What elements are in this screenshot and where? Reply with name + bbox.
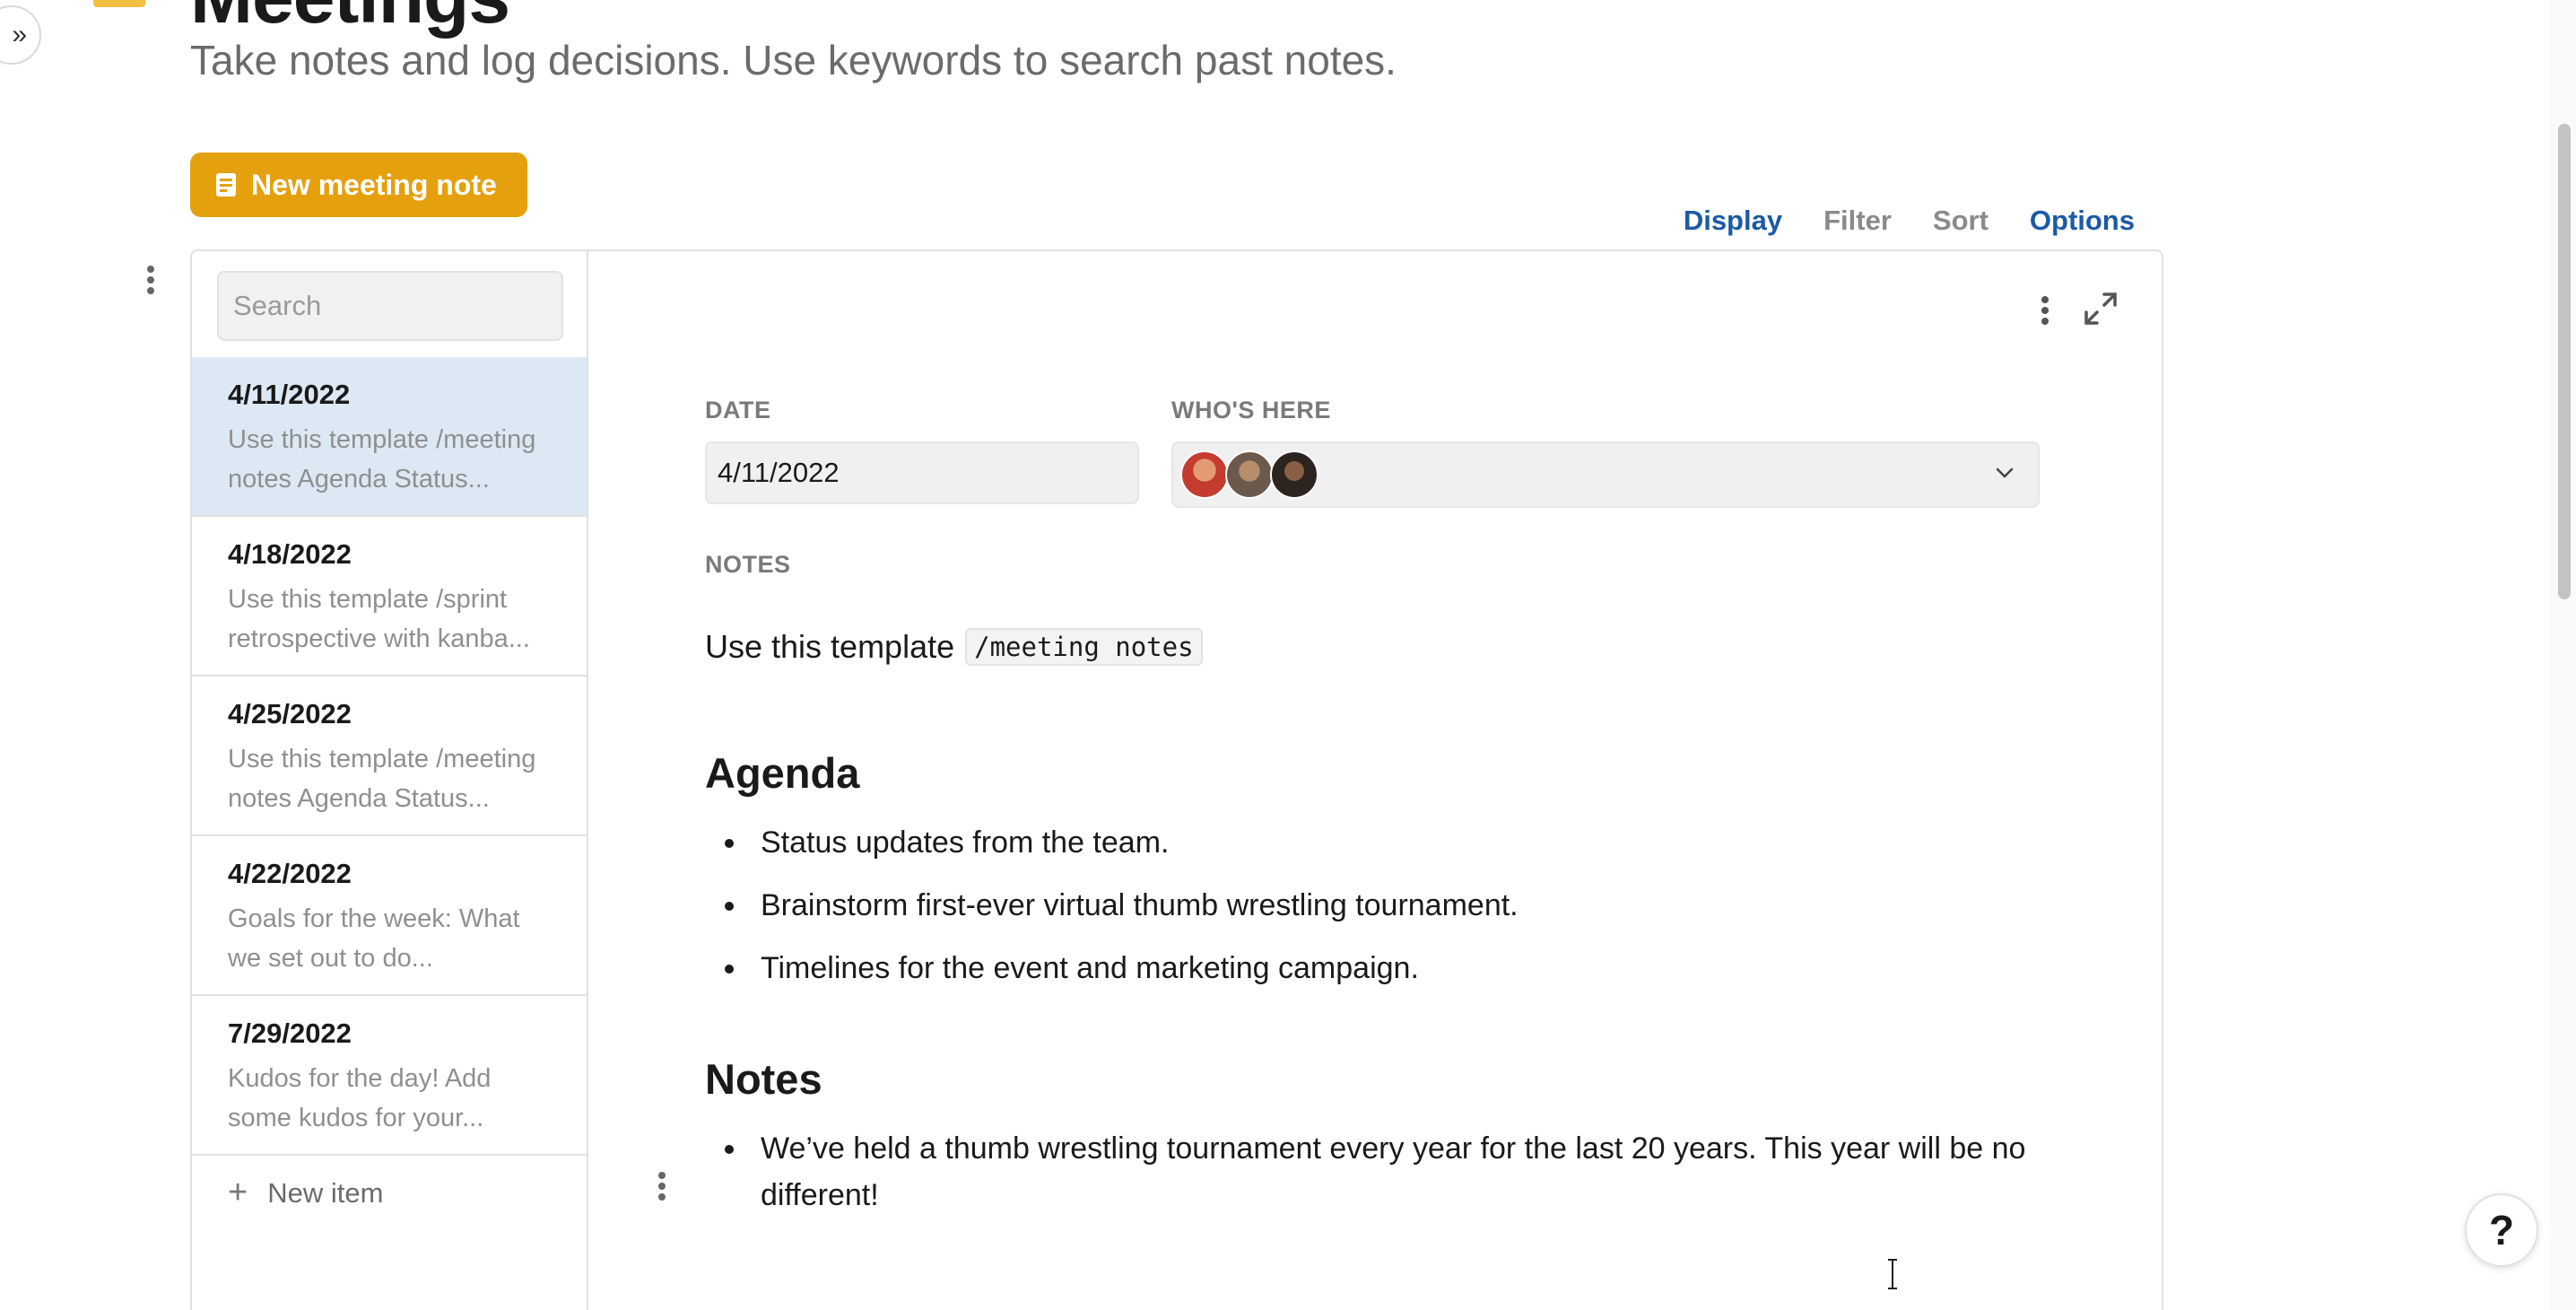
list-item[interactable]: 4/25/2022 Use this template /meeting not… [192, 677, 587, 836]
list-item[interactable]: 7/29/2022 Kudos for the day! Add some ku… [192, 996, 587, 1156]
text-cursor-icon [1888, 1259, 1897, 1289]
agenda-item: Brainstorm first-ever virtual thumb wres… [705, 882, 2104, 929]
page-title: Meetings [190, 0, 510, 40]
list-item-preview: Goals for the week: What we set out to d… [228, 904, 520, 973]
double-chevron-right-icon: » [12, 20, 27, 49]
list-item-preview: Kudos for the day! Add some kudos for yo… [228, 1064, 492, 1132]
list-item-date: 4/11/2022 [228, 379, 351, 410]
date-label: DATE [705, 397, 771, 424]
new-meeting-note-label: New meeting note [251, 168, 497, 201]
meetings-panel: 4/11/2022 Use this template /meeting not… [190, 249, 2163, 1310]
meeting-list: 4/11/2022 Use this template /meeting not… [192, 357, 587, 1212]
block-drag-handle-icon[interactable] [653, 1168, 671, 1204]
intro-text: Use this template [705, 628, 955, 665]
list-item[interactable]: 4/18/2022 Use this template /sprint retr… [192, 517, 587, 677]
meeting-list-pane: 4/11/2022 Use this template /meeting not… [192, 251, 588, 1310]
template-intro: Use this template /meeting notes [705, 628, 2104, 666]
date-field[interactable]: 4/11/2022 [705, 441, 1139, 504]
page-subtitle: Take notes and log decisions. Use keywor… [190, 37, 1397, 83]
agenda-heading: Agenda [705, 749, 860, 797]
avatar [1180, 450, 1229, 499]
more-options-icon[interactable] [2034, 293, 2056, 328]
list-item-date: 4/25/2022 [228, 698, 352, 729]
list-item-date: 4/22/2022 [228, 858, 352, 889]
meeting-detail-pane: DATE 4/11/2022 WHO'S HERE NOTES Use this… [588, 251, 2162, 1310]
agenda-item: Status updates from the team. [705, 819, 2104, 866]
notes-label: NOTES [705, 551, 791, 578]
page-emoji-icon [93, 0, 145, 7]
options-button[interactable]: Options [2030, 205, 2135, 237]
note-icon [216, 173, 236, 196]
sort-button[interactable]: Sort [1933, 205, 1989, 237]
block-handle-icon[interactable] [142, 262, 160, 298]
display-button[interactable]: Display [1684, 205, 1782, 237]
notes-content[interactable]: Use this template /meeting notes Agenda … [705, 628, 2104, 1235]
list-item-date: 4/18/2022 [228, 538, 352, 570]
new-item-button[interactable]: + New item [192, 1156, 587, 1212]
notes-heading: Notes [705, 1055, 822, 1103]
list-item[interactable]: 4/22/2022 Goals for the week: What we se… [192, 836, 587, 996]
notes-item: We’ve held a thumb wrestling tournament … [705, 1125, 2104, 1218]
list-item-preview: Use this template /meeting notes Agenda … [228, 425, 536, 493]
agenda-item: Timelines for the event and marketing ca… [705, 945, 2104, 991]
list-item-preview: Use this template /sprint retrospective … [228, 585, 530, 653]
notes-list: We’ve held a thumb wrestling tournament … [705, 1125, 2104, 1218]
avatar [1270, 450, 1318, 499]
help-button[interactable]: ? [2465, 1193, 2538, 1267]
expand-icon[interactable] [2083, 291, 2119, 327]
inline-code: /meeting notes [965, 628, 1203, 666]
list-item[interactable]: 4/11/2022 Use this template /meeting not… [192, 357, 587, 517]
plus-icon: + [228, 1174, 248, 1211]
list-item-preview: Use this template /meeting notes Agenda … [228, 745, 536, 813]
expand-sidebar-button[interactable]: » [0, 5, 41, 65]
avatar [1225, 450, 1274, 499]
search-input[interactable] [217, 271, 563, 341]
filter-button[interactable]: Filter [1823, 205, 1892, 237]
new-meeting-note-button[interactable]: New meeting note [190, 153, 527, 217]
view-toolbar: Display Filter Sort Options [1684, 205, 2135, 237]
whos-here-select[interactable] [1171, 441, 2040, 508]
whos-here-label: WHO'S HERE [1171, 397, 1331, 424]
scrollbar-track[interactable] [2549, 0, 2576, 1310]
agenda-list: Status updates from the team. Brainstorm… [705, 819, 2104, 991]
scrollbar-thumb[interactable] [2558, 124, 2571, 599]
new-item-label: New item [267, 1176, 384, 1209]
list-item-date: 7/29/2022 [228, 1017, 352, 1049]
chevron-down-icon [1996, 467, 2014, 478]
